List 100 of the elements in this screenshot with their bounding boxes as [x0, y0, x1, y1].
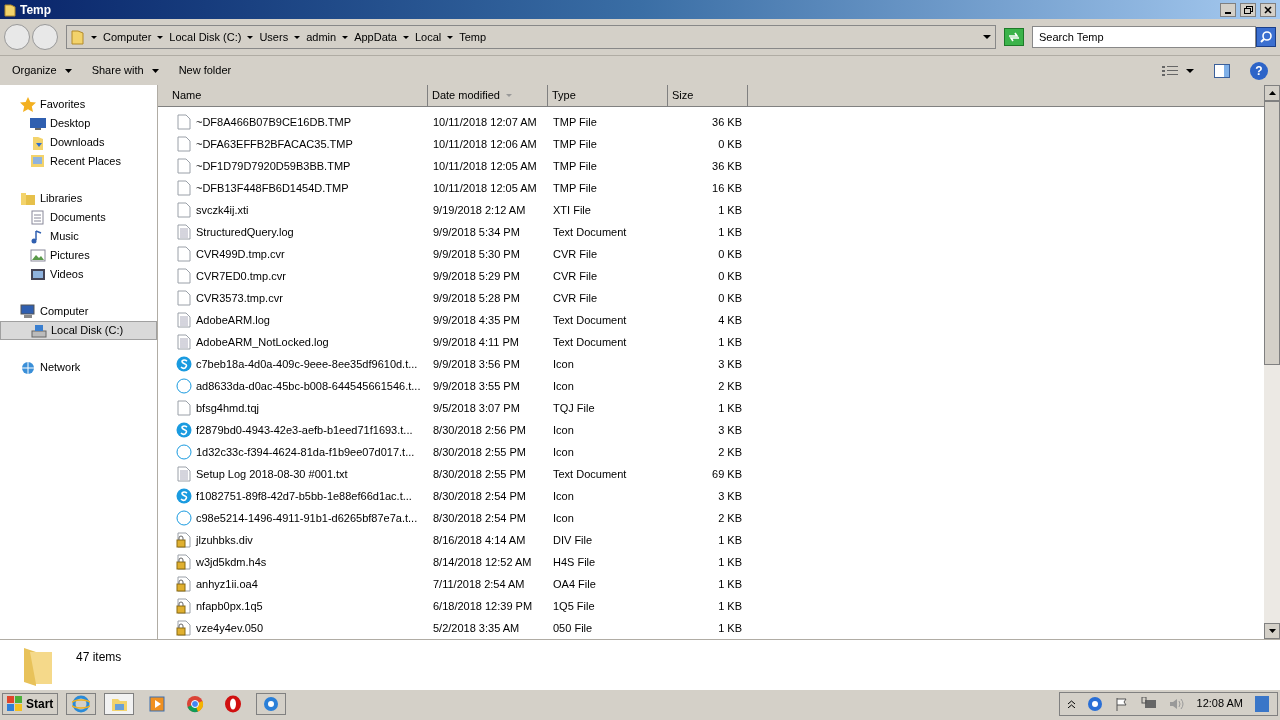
file-name[interactable]: anhyz1ii.oa4 — [196, 575, 258, 593]
breadcrumb-item[interactable]: AppData — [354, 28, 397, 46]
file-name[interactable]: vze4y4ev.050 — [196, 619, 264, 637]
breadcrumb-item[interactable]: Temp — [459, 28, 487, 46]
scrollbar[interactable] — [1264, 85, 1280, 639]
sidebar-item[interactable]: Computer — [0, 302, 157, 321]
dropdown-arrow-icon[interactable] — [1186, 68, 1194, 73]
breadcrumb-item[interactable]: Computer — [103, 28, 152, 46]
file-name[interactable]: 1d32c33c-f394-4624-81da-f1b9ee07d017.t... — [196, 443, 415, 461]
restore-button[interactable] — [1240, 2, 1256, 17]
dropdown-arrow-icon[interactable] — [447, 35, 454, 39]
type-cell-text: TQJ File — [552, 400, 596, 416]
breadcrumb-item[interactable]: admin — [306, 28, 337, 46]
dropdown-arrow-icon[interactable] — [247, 35, 254, 39]
file-name[interactable]: w3jd5kdm.h4s — [196, 553, 267, 571]
dropdown-arrow-icon[interactable] — [342, 35, 349, 39]
sidebar-item[interactable]: Local Disk (C:) — [0, 321, 157, 340]
breadcrumb-item[interactable]: Local — [414, 28, 442, 46]
clock[interactable]: 12:08 AM — [1196, 695, 1243, 712]
file-icon — [176, 202, 192, 218]
type-cell-text: CVR File — [552, 246, 598, 262]
file-name[interactable]: CVR7ED0.tmp.cvr — [196, 267, 286, 285]
sidebar-item[interactable]: Desktop — [0, 114, 157, 133]
locked-file-icon — [176, 554, 192, 570]
sidebar-item[interactable]: Recent Places — [0, 152, 157, 171]
gear-icon[interactable] — [1086, 695, 1103, 712]
toolbar-button[interactable]: New folder — [178, 62, 232, 79]
file-name[interactable]: CVR3573.tmp.cvr — [196, 289, 283, 307]
file-name[interactable]: AdobeARM_NotLocked.log — [196, 333, 329, 351]
play-icon — [148, 694, 167, 713]
size-cell-text: 1 KB — [717, 576, 743, 592]
file-name[interactable]: ~DF8A466B07B9CE16DB.TMP — [196, 113, 351, 131]
dropdown-arrow-icon[interactable] — [157, 35, 164, 39]
file-name[interactable]: svczk4ij.xti — [196, 201, 249, 219]
dropdown-arrow-icon[interactable] — [402, 35, 409, 39]
sidebar-item[interactable]: Videos — [0, 265, 157, 284]
file-name[interactable]: CVR499D.tmp.cvr — [196, 245, 285, 263]
file-name[interactable]: ~DFB13F448FB6D1454D.TMP — [196, 179, 349, 197]
toolbar-button[interactable]: Share with — [91, 62, 159, 79]
toolbar-button[interactable]: Organize — [12, 62, 72, 79]
search-button[interactable] — [1256, 27, 1276, 47]
file-name[interactable]: f1082751-89f8-42d7-b5bb-1e88ef66d1ac.t... — [196, 487, 412, 505]
flag-icon[interactable] — [1114, 696, 1129, 711]
column-header[interactable]: Name — [158, 85, 428, 106]
sidebar-item[interactable]: Network — [0, 358, 157, 377]
breadcrumb-item[interactable]: Users — [259, 28, 289, 46]
file-name[interactable]: c98e5214-1496-4911-91b1-d6265bf87e7a.t... — [196, 509, 418, 527]
column-header[interactable]: Size — [668, 85, 748, 106]
file-name[interactable]: Setup Log 2018-08-30 #001.txt — [196, 465, 348, 483]
preview-pane-icon[interactable] — [1214, 63, 1230, 78]
column-header[interactable]: Type — [548, 85, 668, 106]
network-icon[interactable] — [1140, 696, 1157, 711]
sidebar-item[interactable]: Documents — [0, 208, 157, 227]
close-button[interactable] — [1260, 2, 1276, 17]
sidebar-item[interactable]: Favorites — [0, 95, 157, 114]
dropdown-arrow-icon[interactable] — [91, 35, 97, 39]
scroll-down-icon[interactable] — [1268, 629, 1276, 633]
chevron-up-icon[interactable] — [1067, 699, 1075, 708]
minimize-button[interactable] — [1220, 2, 1236, 17]
dropdown-arrow-icon[interactable] — [294, 35, 301, 39]
sidebar-item[interactable]: Downloads — [0, 133, 157, 152]
folder-icon — [30, 153, 46, 170]
sidebar-item[interactable]: Music — [0, 227, 157, 246]
size-cell-text: 2 KB — [717, 378, 743, 394]
refresh-button[interactable] — [1004, 28, 1024, 46]
show-desktop-button[interactable] — [1255, 695, 1269, 712]
search-field[interactable]: Search Temp — [1032, 26, 1256, 48]
start-button[interactable]: Start — [2, 692, 59, 715]
taskbar-button[interactable] — [66, 692, 97, 715]
scroll-up-icon[interactable] — [1268, 91, 1276, 95]
circle-outline-icon — [176, 378, 192, 394]
file-name[interactable]: StructuredQuery.log — [196, 223, 294, 241]
file-name[interactable]: bfsg4hmd.tqj — [196, 399, 259, 417]
file-name[interactable]: ad8633da-d0ac-45bc-b008-644545661546.t... — [196, 377, 421, 395]
dropdown-arrow-icon[interactable] — [983, 35, 991, 39]
column-header[interactable]: Date modified — [428, 85, 548, 106]
address-bar[interactable]: Computer Local Disk (C:) Users admin AppData Local Temp — [66, 25, 996, 49]
circle-o-icon — [224, 694, 243, 713]
size-cell-text: 69 KB — [711, 466, 743, 482]
file-name[interactable]: c7beb18a-4d0a-409c-9eee-8ee35df9610d.t... — [196, 355, 418, 373]
file-name[interactable]: nfapb0px.1q5 — [196, 597, 263, 615]
view-list-icon[interactable] — [1162, 64, 1178, 77]
file-name[interactable]: ~DFA63EFFB2BFACAC35.TMP — [196, 135, 353, 153]
file-name[interactable]: ~DF1D79D7920D59B3BB.TMP — [196, 157, 351, 175]
type-cell-text: H4S File — [552, 554, 597, 570]
taskbar-button[interactable] — [256, 692, 287, 715]
breadcrumb-item[interactable]: Local Disk (C:) — [169, 28, 242, 46]
file-name[interactable]: AdobeARM.log — [196, 311, 270, 329]
file-name[interactable]: jlzuhbks.div — [196, 531, 253, 549]
help-button[interactable]: ? — [1250, 61, 1268, 80]
date-cell-text: 9/9/2018 3:55 PM — [432, 378, 521, 394]
close-icon — [1264, 5, 1272, 14]
file-name[interactable]: f2879bd0-4943-42e3-aefb-b1eed71f1693.t... — [196, 421, 413, 439]
document-icon — [30, 209, 46, 226]
taskbar-button[interactable] — [104, 692, 135, 715]
sidebar-item[interactable]: Libraries — [0, 189, 157, 208]
sidebar-item[interactable]: Pictures — [0, 246, 157, 265]
type-cell-text: Icon — [552, 488, 575, 504]
browser-icon — [72, 694, 91, 713]
scroll-thumb[interactable] — [1264, 101, 1280, 365]
